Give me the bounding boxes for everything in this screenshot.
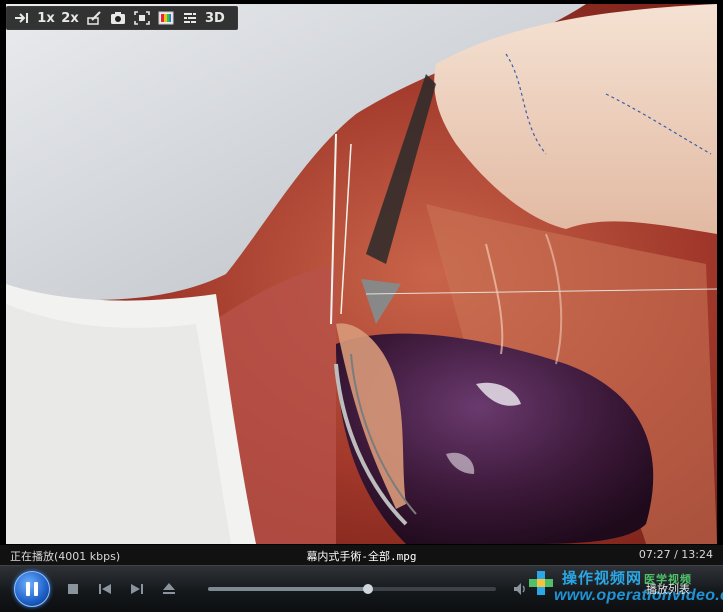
video-frame-image xyxy=(6,4,717,544)
pause-icon xyxy=(26,582,38,596)
speed-2x-button[interactable]: 2x xyxy=(59,8,81,28)
camera-icon[interactable] xyxy=(107,8,129,28)
previous-button[interactable] xyxy=(94,578,116,600)
video-toolbar: 1x 2x 3D xyxy=(6,6,238,30)
next-icon xyxy=(131,584,143,594)
logo-url: www.operationvideo.com xyxy=(554,587,723,604)
eject-button[interactable] xyxy=(158,578,180,600)
stop-button[interactable] xyxy=(62,578,84,600)
seek-bar-fill xyxy=(208,587,369,591)
playlist-button[interactable]: 播放列表 xyxy=(646,581,690,597)
control-bar: 操作视频网医学视频 www.operationvideo.com 播放列表 xyxy=(0,565,723,612)
video-player-window: 1x 2x 3D 正在播放(4001 kbps) 幕内式手術-全部.mpg 07… xyxy=(0,0,723,612)
status-bar: 正在播放(4001 kbps) 幕内式手術-全部.mpg 07:27 / 13:… xyxy=(0,545,723,565)
seek-handle[interactable] xyxy=(363,584,374,594)
pause-button[interactable] xyxy=(14,571,50,607)
next-button[interactable] xyxy=(126,578,148,600)
playback-status: 正在播放(4001 kbps) xyxy=(10,550,121,563)
previous-icon xyxy=(99,584,111,594)
3d-mode-button[interactable]: 3D xyxy=(203,8,227,28)
speed-1x-button[interactable]: 1x xyxy=(35,8,57,28)
pin-icon[interactable] xyxy=(11,8,33,28)
fullscreen-icon[interactable] xyxy=(131,8,153,28)
file-name: 幕内式手術-全部.mpg xyxy=(306,550,417,563)
site-logo: 操作视频网医学视频 www.operationvideo.com 播放列表 xyxy=(528,566,723,612)
color-adjust-icon[interactable] xyxy=(155,8,177,28)
volume-icon[interactable] xyxy=(512,581,528,597)
video-frame[interactable] xyxy=(6,4,717,544)
eject-icon xyxy=(163,583,175,594)
time-display: 07:27 / 13:24 xyxy=(638,548,713,561)
stop-icon xyxy=(68,584,78,594)
logo-cross-icon xyxy=(528,570,554,596)
edit-icon[interactable] xyxy=(83,8,105,28)
equalizer-icon[interactable] xyxy=(179,8,201,28)
seek-bar[interactable] xyxy=(208,584,496,594)
